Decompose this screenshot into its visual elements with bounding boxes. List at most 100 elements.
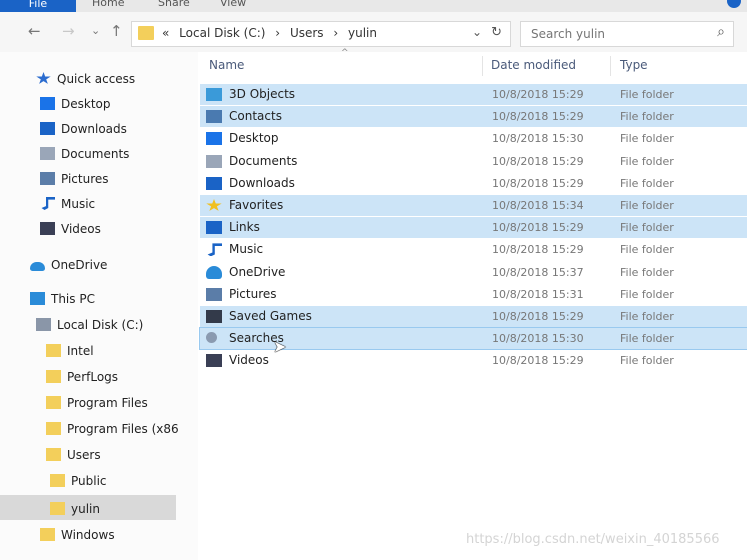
file-row[interactable]: Links 10/8/2018 15:29 File folder — [200, 217, 747, 239]
file-name: Desktop — [229, 131, 279, 146]
nav-item[interactable]: OneDrive — [30, 254, 107, 276]
file-row[interactable]: Desktop 10/8/2018 15:30 File folder — [200, 128, 747, 149]
ribbon-tab-home[interactable]: Home — [92, 0, 124, 9]
breadcrumb-item[interactable]: Local Disk (C:) — [179, 26, 265, 40]
file-name: Favorites — [229, 198, 284, 212]
address-field[interactable]: « Local Disk (C:) › Users › yulin ⌄ ↻ — [131, 21, 511, 47]
file-row[interactable]: Downloads 10/8/2018 15:29 File folder — [200, 173, 747, 194]
file-type: File folder — [620, 110, 674, 124]
search-input[interactable] — [529, 26, 713, 42]
column-divider[interactable] — [482, 56, 483, 76]
document-icon — [40, 147, 55, 160]
videos-icon — [40, 222, 55, 235]
nav-item-label: Downloads — [61, 122, 127, 136]
file-name: Links — [229, 220, 260, 235]
folder-icon — [46, 344, 61, 357]
file-type: File folder — [620, 154, 674, 168]
cloud-icon — [206, 265, 222, 279]
file-name: Pictures — [229, 286, 277, 301]
ribbon-tab-share[interactable]: Share — [158, 0, 190, 9]
nav-item-label: PerfLogs — [67, 370, 119, 384]
sort-ascending-icon: ^ — [341, 48, 349, 58]
file-row[interactable]: Music 10/8/2018 15:29 File folder — [200, 239, 747, 260]
nav-item-label: Public — [71, 474, 107, 488]
nav-item-label: Quick access — [57, 72, 136, 86]
drive-icon — [36, 318, 51, 331]
pictures-icon — [206, 287, 222, 301]
file-name: 3D Objects — [229, 87, 296, 101]
chevron-right-icon[interactable]: › — [275, 26, 280, 40]
nav-item[interactable]: Pictures✎ — [40, 168, 220, 190]
nav-item[interactable]: Intel — [46, 340, 94, 362]
nav-item[interactable]: Downloads✎ — [40, 118, 220, 140]
column-header-type[interactable]: Type — [620, 58, 648, 72]
gamepad-icon — [206, 310, 222, 323]
nav-item[interactable]: Local Disk (C:) — [36, 314, 143, 336]
breadcrumb-item[interactable]: Users — [290, 26, 324, 40]
file-name: Saved Games — [229, 309, 312, 323]
column-divider[interactable] — [610, 56, 611, 76]
nav-item[interactable]: Program Files (x86 — [46, 418, 179, 440]
nav-item[interactable]: This PC — [30, 288, 95, 310]
nav-item[interactable]: PerfLogs — [46, 366, 118, 388]
folder-icon — [46, 422, 61, 435]
nav-item[interactable]: Music — [40, 193, 95, 215]
file-date-modified: 10/8/2018 15:29 — [492, 354, 584, 368]
folder-icon — [40, 528, 55, 541]
nav-item[interactable]: Program Files — [46, 392, 148, 414]
breadcrumb-overflow[interactable]: « — [162, 26, 169, 40]
file-type: File folder — [620, 354, 674, 368]
file-row[interactable]: Favorites 10/8/2018 15:34 File folder — [200, 195, 747, 216]
mouse-cursor-icon: ➤ — [273, 337, 287, 356]
nav-item[interactable]: Public — [50, 470, 107, 492]
up-arrow-icon[interactable]: ↑ — [110, 22, 123, 40]
navigation-pane: Quick access Desktop✎ Downloads✎ Documents✎… — [0, 52, 220, 560]
nav-item[interactable]: Desktop✎ — [40, 93, 220, 115]
file-row[interactable]: OneDrive 10/8/2018 15:37 File folder — [200, 262, 747, 283]
file-type: File folder — [620, 332, 674, 346]
nav-item[interactable]: Documents✎ — [40, 143, 220, 165]
nav-item-label: Windows — [61, 528, 115, 542]
nav-item[interactable]: Quick access — [36, 68, 135, 90]
nav-item[interactable]: yulin — [50, 498, 100, 520]
nav-item-label: Program Files (x86 — [67, 422, 179, 436]
address-bar-row: ← → ⌄ ↑ « Local Disk (C:) › Users › yuli… — [0, 12, 747, 53]
refresh-icon[interactable]: ↻ — [491, 25, 502, 40]
help-icon[interactable] — [727, 0, 741, 8]
nav-item-label: Desktop — [61, 97, 111, 111]
file-name: Downloads — [229, 175, 295, 190]
folder-icon — [46, 370, 61, 383]
file-row[interactable]: 3D Objects 10/8/2018 15:29 File folder — [200, 84, 747, 105]
recent-locations-chevron-icon[interactable]: ⌄ — [91, 24, 100, 37]
file-row[interactable]: Pictures 10/8/2018 15:31 File folder — [200, 284, 747, 305]
nav-item[interactable]: Users — [46, 444, 101, 466]
pictures-icon — [40, 172, 55, 185]
file-row[interactable]: Contacts 10/8/2018 15:29 File folder — [200, 106, 747, 128]
ribbon-tab-view[interactable]: View — [220, 0, 246, 9]
videos-icon — [206, 354, 222, 368]
search-box[interactable]: ⌕ — [520, 21, 734, 47]
address-dropdown-icon[interactable]: ⌄ — [472, 25, 482, 39]
file-date-modified: 10/8/2018 15:29 — [492, 243, 584, 257]
file-date-modified: 10/8/2018 15:34 — [492, 199, 584, 212]
back-arrow-icon[interactable]: ← — [28, 22, 41, 40]
file-row[interactable]: Saved Games 10/8/2018 15:29 File folder — [200, 306, 747, 327]
file-type: File folder — [620, 176, 674, 190]
desktop-icon — [40, 97, 55, 110]
search-icon — [206, 332, 217, 344]
file-date-modified: 10/8/2018 15:31 — [492, 287, 584, 301]
chevron-right-icon[interactable]: › — [333, 26, 338, 40]
forward-arrow-icon[interactable]: → — [62, 22, 75, 40]
nav-item-label: Videos — [61, 222, 101, 236]
search-icon[interactable]: ⌕ — [717, 24, 725, 40]
breadcrumb-item[interactable]: yulin — [348, 26, 377, 40]
nav-item[interactable]: Windows — [40, 524, 115, 546]
column-header-date-modified[interactable]: Date modified — [491, 58, 576, 72]
3d-objects-icon — [206, 88, 222, 101]
column-header-name[interactable]: Name — [209, 58, 244, 72]
file-row[interactable]: Documents 10/8/2018 15:29 File folder — [200, 151, 747, 172]
ribbon-tab-file[interactable]: File — [0, 0, 76, 12]
file-date-modified: 10/8/2018 15:29 — [492, 88, 584, 101]
nav-item[interactable]: Videos — [40, 218, 101, 240]
desktop-icon — [206, 132, 222, 146]
